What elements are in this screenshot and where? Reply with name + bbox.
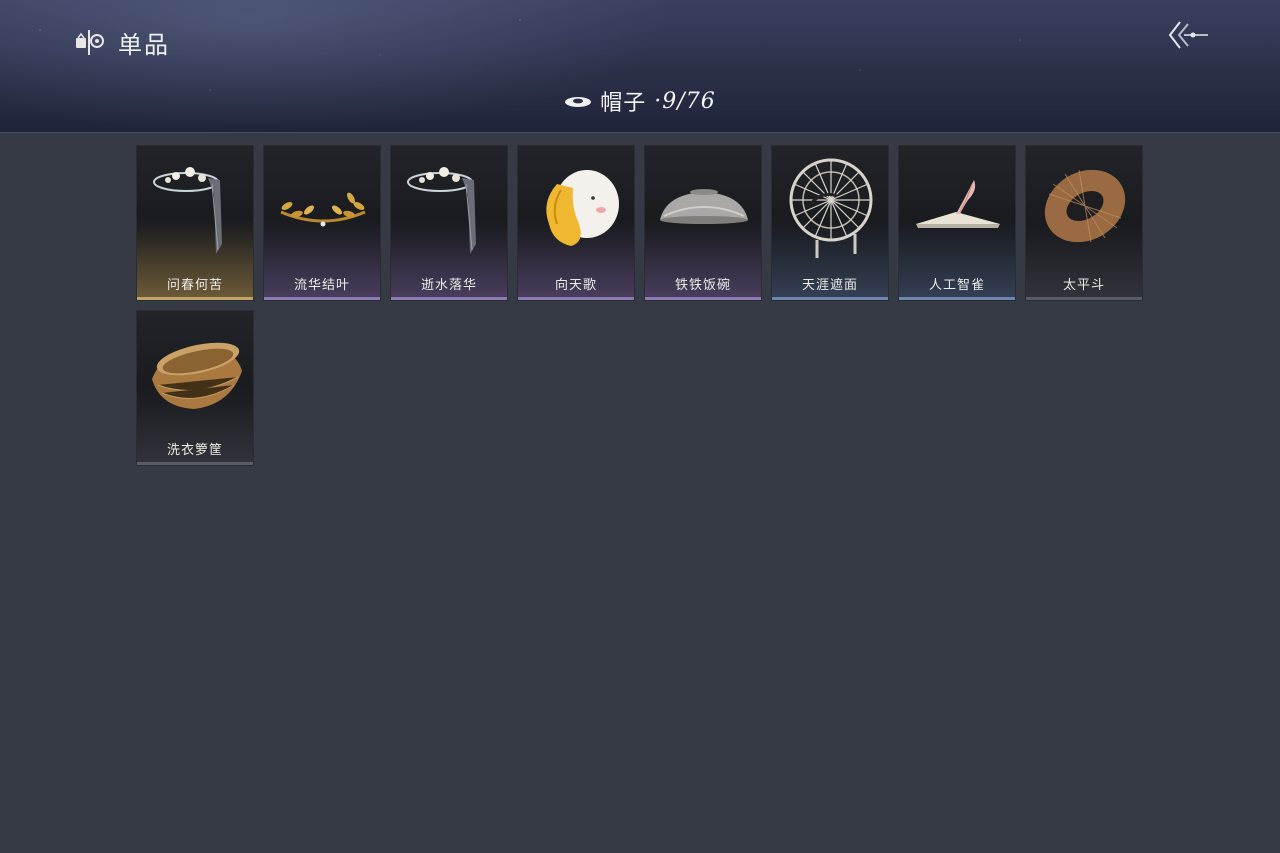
bamboo-hat-icon bbox=[1044, 169, 1126, 243]
item-card[interactable]: 问春何苦 bbox=[136, 145, 254, 301]
item-card[interactable]: 人工智雀 bbox=[898, 145, 1016, 301]
item-name: 向天歌 bbox=[554, 278, 597, 293]
item-grid: 问春何苦 流华结叶 逝水落华 向天歌 铁铁饭碗 天涯遮面 人工智雀 太平斗 洗衣… bbox=[136, 145, 1143, 466]
item-card[interactable]: 向天歌 bbox=[517, 145, 635, 301]
item-name: 流华结叶 bbox=[293, 278, 350, 293]
item-name: 洗衣箩筐 bbox=[166, 443, 223, 458]
wardrobe-icon bbox=[76, 30, 104, 55]
category-label: 帽子 bbox=[600, 91, 647, 116]
item-name: 问春何苦 bbox=[166, 278, 223, 293]
item-name: 人工智雀 bbox=[928, 278, 985, 293]
wicker-basket-icon bbox=[152, 342, 242, 409]
item-count: ·9/76 bbox=[654, 88, 716, 114]
item-name: 天涯遮面 bbox=[801, 278, 858, 293]
duck-hat-icon bbox=[546, 170, 619, 246]
item-name: 铁铁饭碗 bbox=[674, 278, 731, 293]
back-arrow-icon bbox=[1168, 21, 1208, 49]
back-button[interactable] bbox=[1166, 18, 1210, 52]
hat-icon bbox=[565, 97, 592, 107]
item-card[interactable]: 铁铁饭碗 bbox=[644, 145, 762, 301]
item-card[interactable]: 洗衣箩筐 bbox=[136, 310, 254, 466]
bird-hat-icon bbox=[916, 180, 1000, 228]
item-card[interactable]: 天涯遮面 bbox=[771, 145, 889, 301]
flower-crown-veil-icon bbox=[407, 167, 476, 254]
flower-crown-veil-icon bbox=[153, 167, 222, 254]
section-title: 单品 bbox=[118, 30, 170, 59]
iron-bowl-hat-icon bbox=[660, 189, 748, 224]
item-name: 太平斗 bbox=[1062, 278, 1105, 293]
item-card[interactable]: 流华结叶 bbox=[263, 145, 381, 301]
section-heading: 单品 bbox=[74, 26, 170, 59]
item-name: 逝水落华 bbox=[420, 278, 477, 293]
item-card[interactable]: 太平斗 bbox=[1025, 145, 1143, 301]
category-title: 帽子 ·9/76 bbox=[0, 84, 1280, 118]
header-bar: 单品 帽子 ·9/76 bbox=[0, 0, 1280, 133]
wheel-hat-icon bbox=[789, 158, 873, 258]
golden-leaf-crown-icon bbox=[280, 192, 366, 227]
item-card[interactable]: 逝水落华 bbox=[390, 145, 508, 301]
